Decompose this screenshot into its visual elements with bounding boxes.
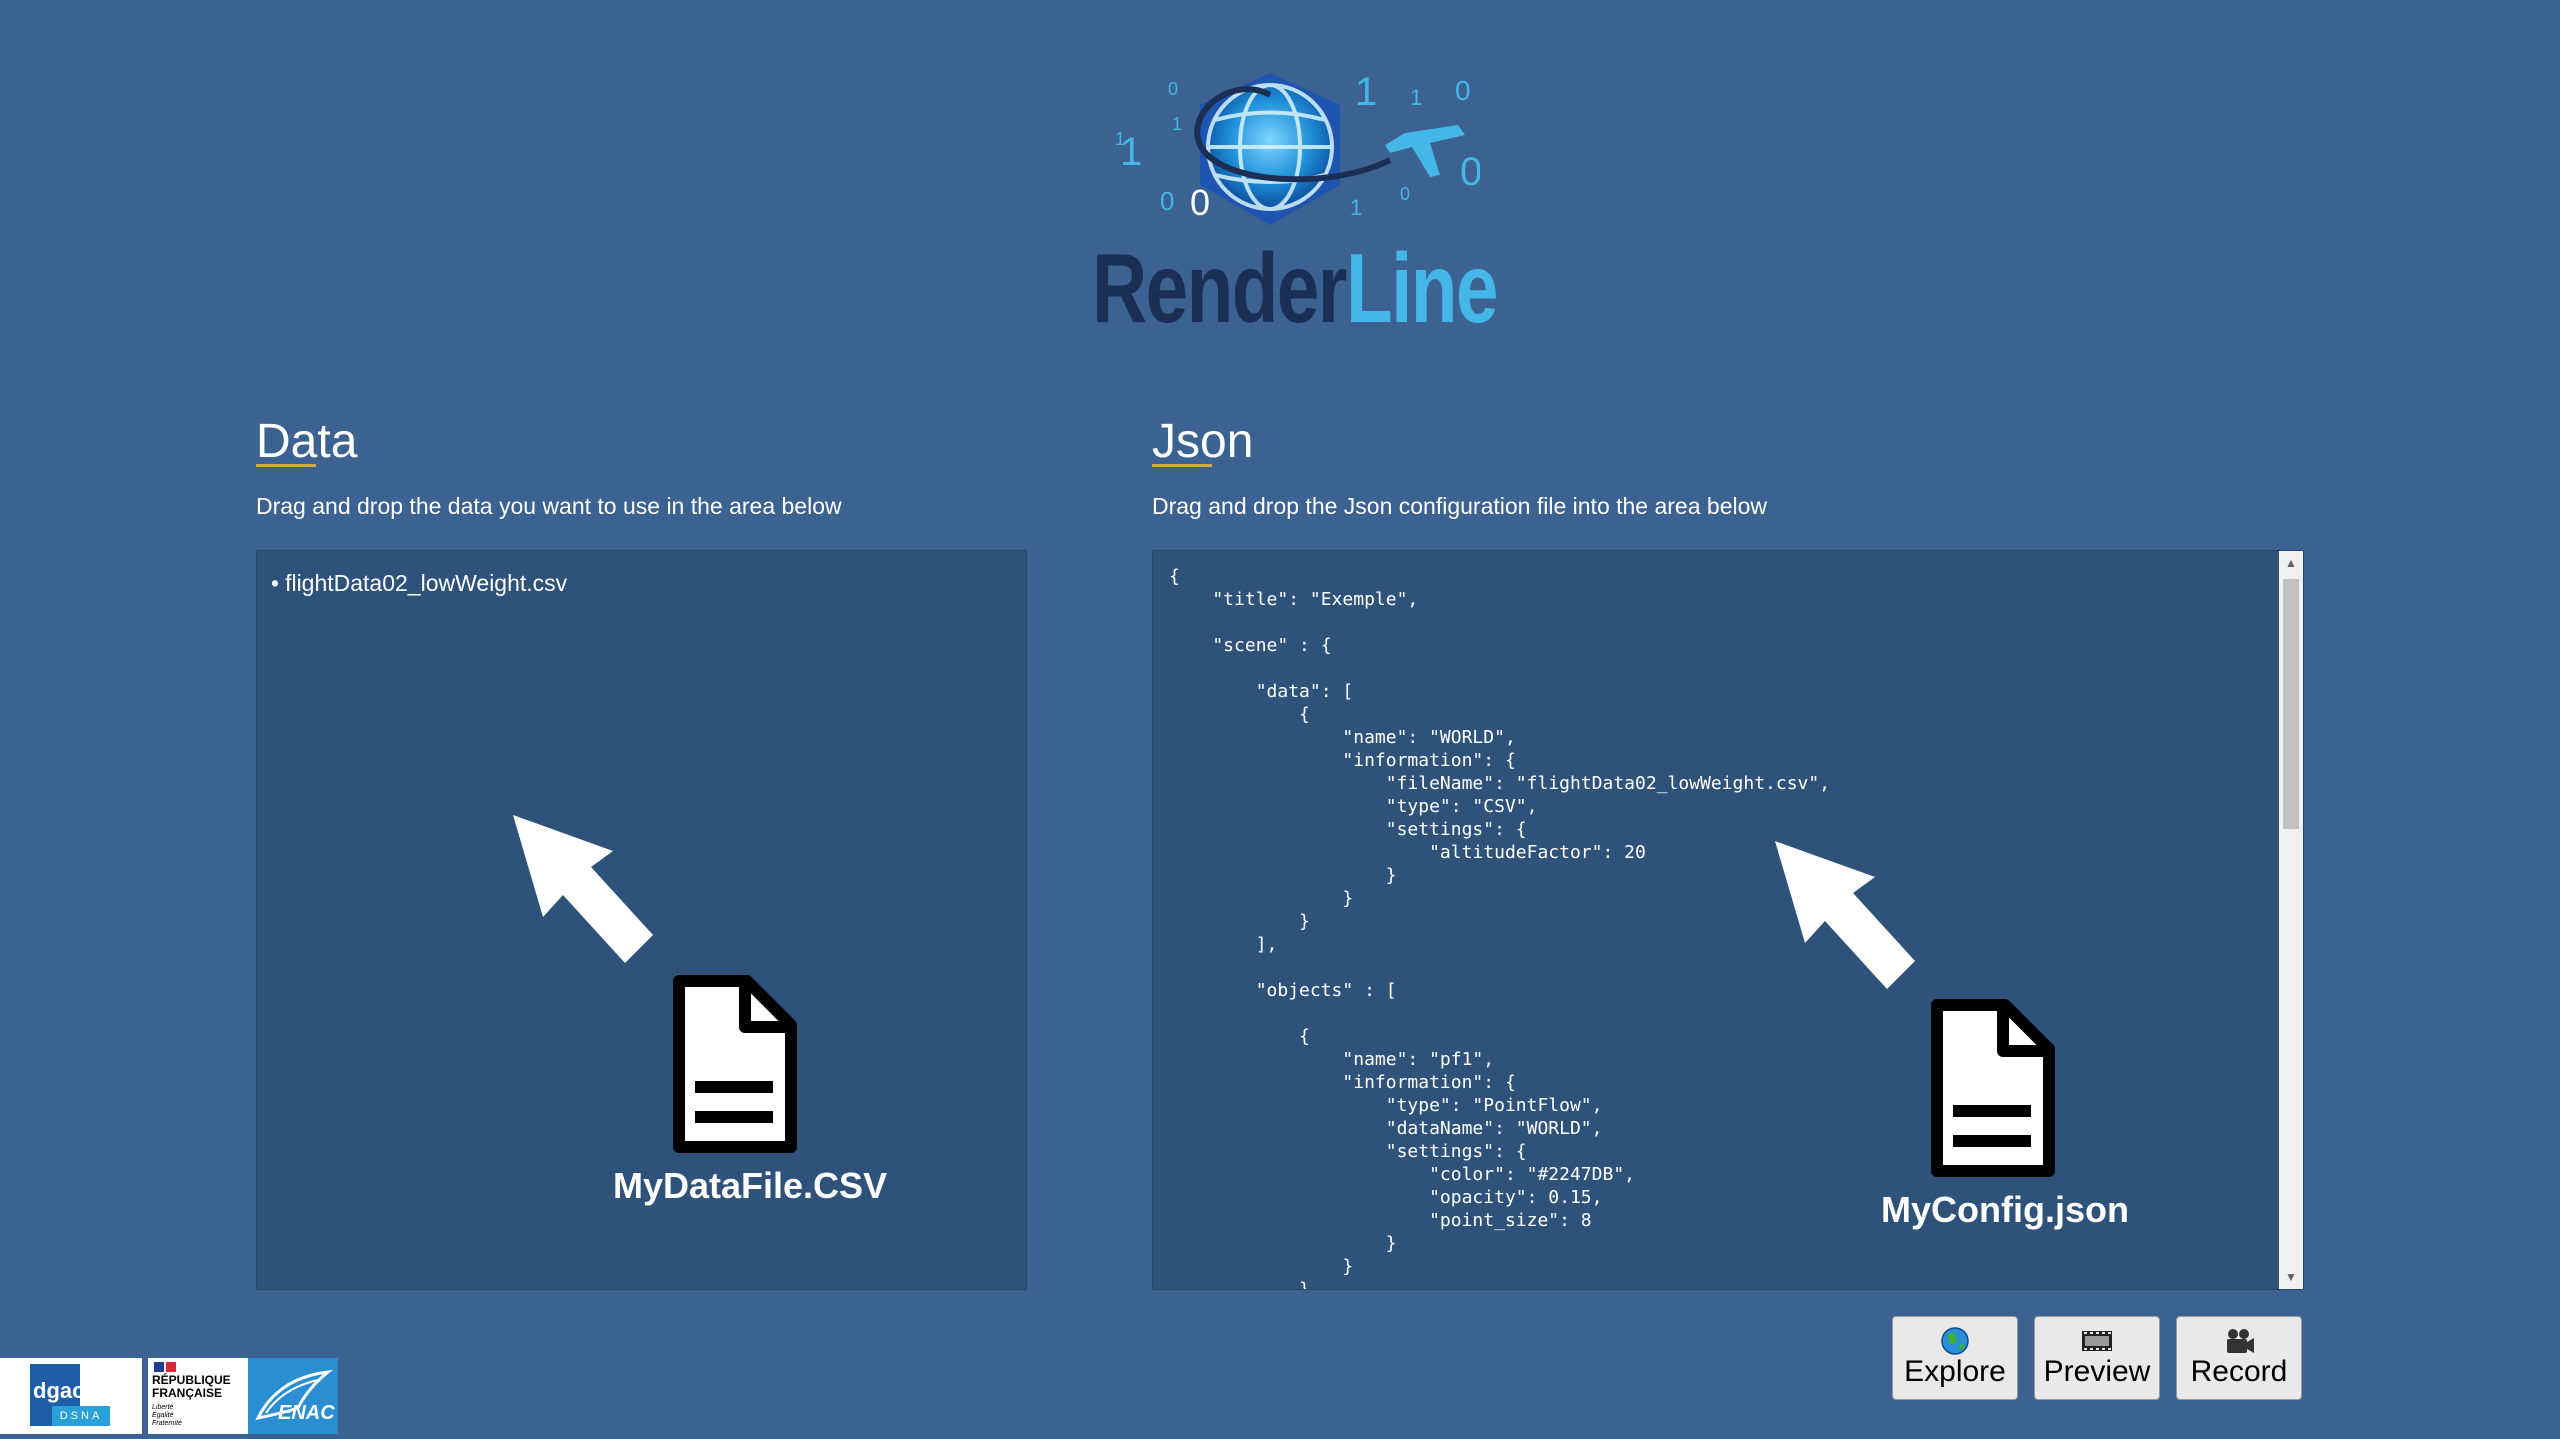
data-title-underline: [256, 464, 316, 467]
film-icon: [2082, 1331, 2112, 1351]
svg-text:0: 0: [1160, 186, 1174, 216]
json-title-underline: [1152, 464, 1212, 467]
svg-text:1: 1: [1350, 195, 1362, 220]
republique-francaise-logo: RÉPUBLIQUE FRANÇAISE Liberté Égalité Fra…: [148, 1358, 248, 1434]
explore-button[interactable]: Explore: [1892, 1316, 2018, 1400]
svg-text:0: 0: [1190, 182, 1210, 223]
dsna-text: DSNA: [52, 1406, 110, 1426]
svg-text:0: 0: [1460, 150, 1480, 194]
config-file-icon: [1931, 999, 2055, 1177]
svg-text:0: 0: [1400, 184, 1410, 204]
config-file-caption: MyConfig.json: [1881, 1189, 2129, 1230]
record-button[interactable]: Record: [2176, 1316, 2302, 1400]
preview-button-label: Preview: [2043, 1355, 2151, 1388]
record-button-label: Record: [2190, 1355, 2288, 1388]
preview-button[interactable]: Preview: [2034, 1316, 2160, 1400]
drag-arrow-icon: [513, 815, 653, 963]
data-drop-zone[interactable]: flightData02_lowWeight.csv MyDataFile.CS…: [256, 550, 1027, 1290]
svg-text:1: 1: [1172, 114, 1182, 134]
svg-text:1: 1: [1410, 85, 1422, 110]
republic-line2: FRANÇAISE: [152, 1386, 223, 1400]
explore-button-label: Explore: [1904, 1355, 2006, 1388]
json-section-description: Drag and drop the Json configuration fil…: [1152, 493, 1768, 519]
json-scrollbar[interactable]: ▲ ▼: [2279, 551, 2303, 1289]
dgac-text: dgac: [33, 1378, 85, 1403]
json-section-title: Json: [1152, 415, 1254, 468]
svg-text:1: 1: [1355, 70, 1377, 114]
globe-plane-logo-icon: 1 0 0 1 1 0 0 1 0 1 0 1: [1115, 70, 1482, 225]
motto-line3: Fraternité: [152, 1420, 182, 1427]
svg-text:0: 0: [1168, 79, 1178, 99]
data-section-description: Drag and drop the data you want to use i…: [256, 493, 842, 519]
drag-arrow-icon: [1775, 841, 1915, 989]
data-file-list: flightData02_lowWeight.csv: [257, 551, 1026, 597]
svg-text:1: 1: [1115, 129, 1125, 149]
svg-text:0: 0: [1455, 75, 1471, 106]
enac-logo: ENAC: [248, 1358, 338, 1434]
scroll-thumb[interactable]: [2283, 579, 2299, 829]
json-drop-zone[interactable]: { "title": "Exemple", "scene" : { "data"…: [1152, 550, 2304, 1290]
enac-text: ENAC: [278, 1402, 335, 1424]
data-file-icon: [673, 975, 797, 1153]
motto-line1: Liberté: [152, 1404, 174, 1411]
motto-line2: Égalité: [152, 1412, 174, 1419]
data-section-title: Data: [256, 415, 358, 468]
dgac-logo: dgac DSNA: [0, 1358, 142, 1434]
flag-red: [166, 1362, 176, 1372]
logo-wordmark: RenderLine: [1092, 233, 1498, 343]
scroll-up-arrow-icon[interactable]: ▲: [2279, 551, 2303, 575]
json-content[interactable]: { "title": "Exemple", "scene" : { "data"…: [1169, 565, 1830, 1289]
scroll-down-arrow-icon[interactable]: ▼: [2279, 1265, 2303, 1289]
globe-icon: [1941, 1327, 1969, 1355]
flag-blue: [154, 1362, 164, 1372]
data-file-caption: MyDataFile.CSV: [613, 1165, 888, 1206]
data-file-item: flightData02_lowWeight.csv: [271, 569, 1026, 597]
camera-icon: [2227, 1329, 2254, 1353]
